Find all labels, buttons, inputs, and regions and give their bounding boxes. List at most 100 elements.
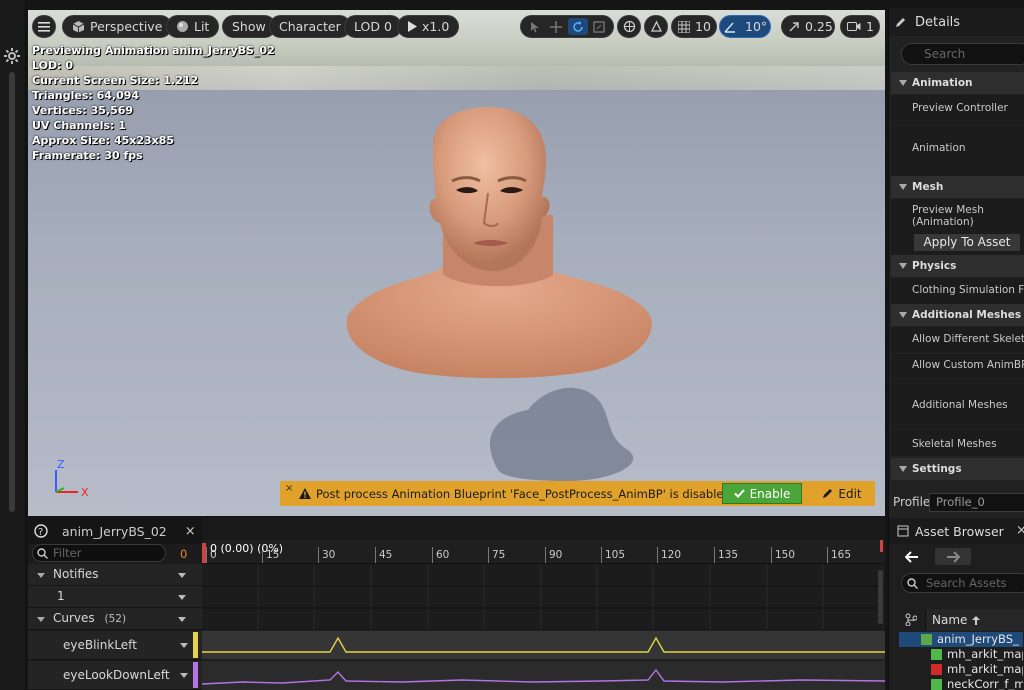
notifies-row[interactable]: Notifies: [28, 564, 202, 586]
prop-preview-mesh-sub: (Animation): [912, 216, 974, 228]
ruler-tick-label: 150: [770, 547, 796, 563]
show-label: Show: [232, 19, 266, 34]
asset-item[interactable]: mh_arkit_map: [899, 647, 1023, 662]
details-search-input[interactable]: Search: [901, 43, 1024, 65]
pose-asset-icon: [931, 679, 942, 690]
notify-track-row[interactable]: 1: [28, 586, 202, 608]
asset-browser-title-bar: Asset Browser ×: [889, 518, 1024, 544]
curves-label: Curves: [53, 611, 95, 625]
curves-row[interactable]: Curves (52): [28, 608, 202, 630]
show-button[interactable]: Show: [222, 15, 276, 38]
coordinate-system-button[interactable]: [617, 15, 641, 38]
close-asset-browser-icon[interactable]: ×: [1016, 523, 1024, 538]
apply-to-asset-button[interactable]: Apply To Asset: [913, 233, 1021, 252]
curves-expand-icon[interactable]: [37, 617, 45, 622]
rotate-tool-icon[interactable]: [568, 18, 588, 35]
sort-ascending-icon[interactable]: [972, 616, 980, 625]
prop-allow-custom-animbp: Allow Custom AnimBP O: [891, 354, 1024, 378]
section-additional-meshes[interactable]: Additional Meshes: [891, 304, 1024, 326]
scale-snap-button[interactable]: 0.25: [781, 15, 835, 38]
curve-row-eyeblinkleft[interactable]: eyeBlinkLeft: [28, 631, 202, 660]
forward-button[interactable]: [935, 548, 971, 565]
lit-label: Lit: [194, 19, 210, 34]
curves-dropdown-icon[interactable]: [178, 616, 186, 622]
character-button[interactable]: Character: [269, 15, 351, 38]
scale-snap-value: 0.25: [805, 19, 833, 34]
details-title: Details: [915, 14, 961, 30]
rotation-snap-button[interactable]: 10°: [719, 15, 771, 38]
scale-tool-icon[interactable]: [590, 18, 610, 35]
notifies-dropdown-icon[interactable]: [178, 572, 186, 578]
section-settings[interactable]: Settings: [891, 458, 1024, 480]
curve-dropdown-icon[interactable]: [180, 643, 188, 648]
asset-browser-title: Asset Browser: [915, 524, 1004, 539]
stat-line: Current Screen Size: 1.212: [32, 74, 199, 87]
camera-speed-button[interactable]: 1: [840, 15, 880, 38]
lit-button[interactable]: Lit: [166, 15, 220, 38]
lod-button[interactable]: LOD 0: [344, 15, 402, 38]
profile-field[interactable]: Profile_0: [929, 493, 1024, 512]
filter-input[interactable]: Filter: [32, 544, 166, 562]
asset-item[interactable]: neckCorr_f_m: [899, 677, 1023, 690]
left-scrollbar[interactable]: [9, 72, 15, 512]
hamburger-icon: [38, 21, 50, 32]
forward-arrow-icon: [947, 551, 960, 563]
filter-search-icon: [37, 548, 48, 559]
select-tool-icon[interactable]: [525, 18, 545, 35]
axis-x-label: X: [81, 486, 89, 498]
section-physics[interactable]: Physics: [891, 255, 1024, 277]
play-icon: [408, 21, 417, 32]
edit-button[interactable]: Edit: [812, 483, 872, 504]
section-animation[interactable]: Animation: [891, 72, 1024, 94]
back-arrow-icon[interactable]: [905, 551, 919, 563]
curve-tracks[interactable]: [202, 564, 885, 690]
close-warning-icon[interactable]: ×: [285, 483, 293, 494]
asset-item-label: neckCorr_f_m: [947, 677, 1023, 690]
grid-snap-button[interactable]: 10: [671, 15, 717, 38]
curves-count: (52): [104, 613, 127, 625]
postprocess-warning-banner: × Post process Animation Blueprint 'Face…: [280, 481, 875, 506]
curve-row-eyelookdownleft[interactable]: eyeLookDownLeft: [28, 661, 202, 690]
warning-text: Post process Animation Blueprint 'Face_P…: [316, 486, 735, 501]
asset-item[interactable]: anim_JerryBS_: [899, 632, 1023, 647]
name-header-label: Name: [932, 613, 968, 627]
branch-filter-icon[interactable]: [905, 613, 917, 626]
asset-item[interactable]: mh_arkit_map: [899, 662, 1023, 677]
translate-tool-icon[interactable]: [547, 18, 567, 35]
curve-color-swatch: [193, 632, 198, 658]
timeline-ruler[interactable]: 0 15 30 45 60 75 90 105 120 135 150 165: [202, 540, 885, 564]
perspective-button[interactable]: Perspective: [62, 15, 173, 38]
asset-search-icon: [907, 578, 918, 589]
current-frame-label: 0 (0.00) (0%): [210, 542, 284, 555]
notify-track-dropdown-icon[interactable]: [178, 594, 186, 600]
rotation-snap-value: 10°: [745, 19, 768, 34]
camera-icon: [847, 22, 861, 31]
lod-label: LOD 0: [354, 19, 392, 34]
close-tab-icon[interactable]: ×: [185, 524, 196, 539]
sequencer-tab[interactable]: anim_JerryBS_02: [62, 524, 167, 539]
snap-icon: [650, 20, 662, 32]
enable-button[interactable]: Enable: [722, 483, 802, 504]
ruler-tick-label: 120: [656, 547, 682, 563]
viewport[interactable]: Perspective Lit Show Character LOD 0 x1.…: [28, 10, 885, 516]
play-speed-button[interactable]: x1.0: [397, 15, 460, 38]
surface-snap-button[interactable]: [644, 15, 668, 38]
section-mesh[interactable]: Mesh: [891, 176, 1024, 198]
curve-dropdown-icon[interactable]: [180, 673, 188, 678]
viewport-menu-button[interactable]: [32, 15, 56, 38]
timeline-panel[interactable]: 0 (0.00) (0%) 0 15 30 45 60 75 90 105 12…: [202, 518, 885, 690]
help-icon[interactable]: ?: [34, 524, 48, 538]
asset-search-input[interactable]: Search Assets: [901, 573, 1024, 593]
settings-gear-icon[interactable]: [3, 47, 21, 65]
name-column-header[interactable]: Name: [925, 609, 1024, 631]
notifies-expand-icon[interactable]: [37, 573, 45, 578]
filter-placeholder: Filter: [53, 546, 82, 560]
enable-label: Enable: [749, 486, 791, 501]
notify-track-label: 1: [57, 589, 65, 603]
play-speed-label: x1.0: [422, 19, 450, 34]
filter-count: 0: [180, 547, 188, 561]
ruler-tick-label: 60: [431, 547, 450, 563]
ruler-tick-label: 135: [713, 547, 739, 563]
camera-speed-value: 1: [866, 19, 874, 34]
grid-icon: [678, 20, 690, 33]
